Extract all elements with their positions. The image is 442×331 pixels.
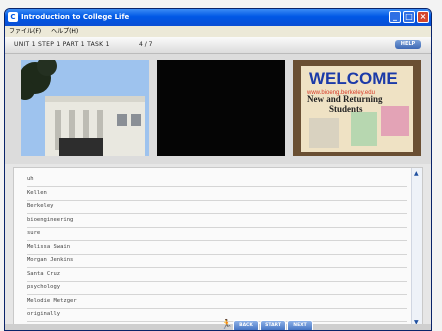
window-title: Introduction to College Life (21, 13, 130, 21)
maximize-button[interactable]: □ (403, 11, 415, 23)
app-window: C Introduction to College Life _ □ × ファイ… (4, 8, 432, 331)
app-icon: C (8, 12, 18, 22)
video-area[interactable] (157, 60, 285, 156)
list-item[interactable]: sure (27, 227, 407, 241)
title-bar: C Introduction to College Life _ □ × (5, 9, 431, 26)
list-item[interactable]: uh (27, 173, 407, 187)
list-item[interactable]: Morgan Jenkins (27, 254, 407, 268)
scroll-up-icon[interactable]: ▲ (414, 170, 419, 177)
menu-help[interactable]: ヘルプ(H) (51, 28, 78, 35)
welcome-sign-photo: WELCOME www.bioeng.berkeley.edu New and … (293, 60, 421, 156)
list-item[interactable]: psychology (27, 281, 407, 295)
list-item[interactable]: Melodie Metzger (27, 295, 407, 309)
vertical-scrollbar[interactable]: ▲ ▼ (411, 168, 422, 328)
header-strip: UNIT 1 STEP 1 PART 1 TASK 1 4 / 7 HELP (5, 37, 431, 54)
list-item[interactable]: Kellen (27, 187, 407, 201)
content-area: UNIT 1 STEP 1 PART 1 TASK 1 4 / 7 HELP W… (5, 37, 431, 330)
list-item[interactable]: bioengineering (27, 214, 407, 228)
menu-bar: ファイル(F) ヘルプ(H) (5, 26, 431, 37)
help-button[interactable]: HELP (395, 40, 421, 49)
start-button[interactable]: START (260, 320, 286, 330)
close-button[interactable]: × (417, 11, 429, 23)
sign-subtitle-1: New and Returning (307, 94, 383, 104)
next-button[interactable]: NEXT (287, 320, 313, 330)
campus-building-photo (21, 60, 149, 156)
list-item[interactable]: Santa Cruz (27, 268, 407, 282)
footer-bar (5, 324, 431, 330)
breadcrumb: UNIT 1 STEP 1 PART 1 TASK 1 (14, 41, 110, 48)
runner-icon: 🏃 (221, 320, 233, 330)
list-item[interactable]: Melissa Swain (27, 241, 407, 255)
minimize-button[interactable]: _ (389, 11, 401, 23)
back-button[interactable]: BACK (233, 320, 259, 330)
nav-buttons: BACK START NEXT (233, 320, 313, 330)
photo-strip: WELCOME www.bioeng.berkeley.edu New and … (5, 54, 431, 164)
sign-welcome-text: WELCOME (309, 69, 398, 88)
sign-subtitle-2: Students (329, 104, 363, 114)
word-list[interactable]: uh Kellen Berkeley bioengineering sure Meliss… (13, 167, 423, 329)
list-item[interactable]: Berkeley (27, 200, 407, 214)
page-count: 4 / 7 (139, 41, 153, 48)
menu-file[interactable]: ファイル(F) (9, 28, 41, 35)
list-item[interactable]: originally (27, 308, 407, 322)
